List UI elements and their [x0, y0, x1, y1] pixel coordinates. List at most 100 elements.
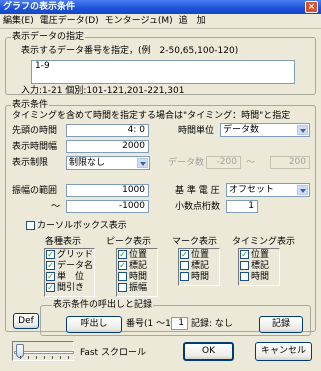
- limit-select[interactable]: 制限なし: [66, 156, 150, 170]
- checkbox-decimate[interactable]: ✓ 間引き: [46, 283, 84, 293]
- checkbox-label: 標記: [191, 261, 210, 271]
- checkbox-data-name[interactable]: ✓ データ名: [46, 261, 93, 271]
- ref-voltage-value: オフセット: [229, 185, 275, 195]
- chevron-down-icon: [137, 158, 148, 168]
- checkbox-label: 振幅: [129, 283, 148, 293]
- menu-add[interactable]: 追 加: [176, 14, 209, 29]
- checkbox-timing-position[interactable]: ✓ 位置: [240, 250, 269, 260]
- data-input-info: 入力:1-21 個別:101-121,201-221,301: [21, 86, 185, 96]
- number-input[interactable]: 1: [171, 317, 188, 330]
- cursor-box-checkbox[interactable]: カーソルボックス表示: [26, 221, 127, 231]
- checkbox-label: 時間: [129, 272, 148, 282]
- menu-voltage-data[interactable]: 電圧データ(D): [37, 14, 102, 29]
- checkbox-label: データ名: [57, 261, 94, 271]
- chevron-down-icon: [297, 125, 308, 135]
- start-time-input[interactable]: 4: 0: [66, 124, 149, 137]
- group-title-peak: ピーク表示: [106, 237, 152, 247]
- group-title-mark: マーク表示: [172, 237, 218, 247]
- checkbox-peak-position[interactable]: ✓ 位置: [118, 250, 147, 260]
- slider-label: Fast スクロール: [80, 348, 146, 358]
- checkbox-box: [118, 283, 127, 292]
- checkbox-label: 位置: [129, 250, 148, 260]
- limit-label: 表示制限: [12, 158, 49, 168]
- data-count-from-input: -200: [206, 156, 241, 169]
- check-icon: ✓: [46, 272, 55, 281]
- amp-from-input[interactable]: 1000: [66, 184, 149, 197]
- data-number-input[interactable]: 1-9: [31, 60, 295, 84]
- decimals-label: 小数点桁数: [175, 202, 221, 212]
- amp-to-input[interactable]: -1000: [66, 200, 149, 213]
- menu-edit[interactable]: 編集(E): [0, 14, 37, 29]
- checkbox-label: 位置: [191, 250, 210, 260]
- checkbox-label: 時間: [191, 272, 210, 282]
- window-title: グラフの表示条件: [3, 2, 76, 12]
- data-spec-instruction: 表示するデータ番号を指定，(例 2-50,65,100-120): [21, 46, 239, 56]
- start-time-label: 先頭の時間: [12, 126, 58, 136]
- check-icon: ✓: [46, 283, 55, 292]
- slider-tick: [44, 356, 45, 359]
- checkbox-label: 間引き: [57, 283, 85, 293]
- display-conditions-group: [5, 105, 316, 332]
- timing-note: タイミングを含めて時間を指定する場合は"タイミング：時間"と指定: [12, 111, 291, 121]
- data-count-label: データ数: [168, 158, 205, 168]
- record-status: 記録: なし: [191, 319, 233, 329]
- slider-tick: [20, 356, 21, 359]
- cancel-button[interactable]: キャンセル: [255, 342, 312, 361]
- width-input[interactable]: 2000: [66, 140, 149, 153]
- data-spec-legend: 表示データの指定: [11, 32, 86, 42]
- checkbox-box: [26, 221, 35, 230]
- checkbox-label: 標記: [129, 261, 148, 271]
- slider-tick: [52, 356, 53, 359]
- ok-button[interactable]: OK: [183, 342, 234, 361]
- checkbox-box: [118, 272, 127, 281]
- check-icon: ✓: [180, 250, 189, 259]
- checkbox-label: 単 位: [57, 272, 85, 282]
- limit-value: 制限なし: [69, 158, 106, 168]
- checkbox-label: 標記: [251, 261, 270, 271]
- amp-range-label: 振幅の範囲: [12, 186, 58, 196]
- slider-tick: [36, 356, 37, 359]
- check-icon: ✓: [240, 250, 249, 259]
- checkbox-label: 位置: [251, 250, 270, 260]
- checkbox-peak-mark[interactable]: ✓ 標記: [118, 261, 147, 271]
- check-icon: ✓: [118, 250, 127, 259]
- checkbox-peak-time[interactable]: 時間: [118, 272, 147, 282]
- recall-legend: 表示条件の呼出しと記録: [52, 300, 154, 310]
- slider-tick: [28, 356, 29, 359]
- title-bar: グラフの表示条件: [0, 0, 321, 14]
- checkbox-label: グリッド: [57, 250, 94, 260]
- checkbox-timing-time[interactable]: 時間: [240, 272, 269, 282]
- chevron-down-icon: [297, 185, 308, 195]
- def-button[interactable]: Def: [13, 313, 39, 329]
- ref-voltage-label: 基 準 電 圧: [175, 186, 220, 196]
- display-conditions-legend: 表示条件: [11, 100, 50, 110]
- checkbox-mark-position[interactable]: ✓ 位置: [180, 250, 209, 260]
- check-icon: ✓: [46, 250, 55, 259]
- checkbox-peak-amplitude[interactable]: 振幅: [118, 283, 147, 293]
- cursor-box-label: カーソルボックス表示: [37, 221, 127, 231]
- checkbox-timing-mark[interactable]: 標記: [240, 261, 269, 271]
- decimals-input[interactable]: 1: [226, 200, 258, 213]
- ref-voltage-select[interactable]: オフセット: [226, 183, 310, 197]
- data-count-sep: ～: [246, 158, 256, 168]
- menu-montage[interactable]: モンタージュ(M): [102, 14, 176, 29]
- check-icon: ✓: [46, 261, 55, 270]
- close-button[interactable]: ×: [305, 1, 318, 13]
- data-count-to-input: 200: [270, 156, 310, 169]
- time-unit-select[interactable]: データ数: [220, 123, 310, 137]
- checkbox-box: [180, 272, 189, 281]
- group-title-misc: 各種表示: [45, 237, 82, 247]
- checkbox-unit[interactable]: ✓ 単 位: [46, 272, 84, 282]
- checkbox-mark-time[interactable]: 時間: [180, 272, 209, 282]
- checkbox-grid[interactable]: ✓ グリッド: [46, 250, 93, 260]
- recall-button[interactable]: 呼出し: [66, 316, 122, 333]
- width-label: 表示時間幅: [12, 142, 58, 152]
- checkbox-label: 時間: [251, 272, 270, 282]
- checkbox-mark-mark[interactable]: 標記: [180, 261, 209, 271]
- record-button[interactable]: 記録: [259, 316, 303, 333]
- check-icon: ✓: [118, 261, 127, 270]
- checkbox-box: [180, 261, 189, 270]
- time-unit-label: 時間単位: [178, 126, 215, 136]
- amp-sep: ～: [51, 202, 61, 212]
- slider-tick: [60, 356, 61, 359]
